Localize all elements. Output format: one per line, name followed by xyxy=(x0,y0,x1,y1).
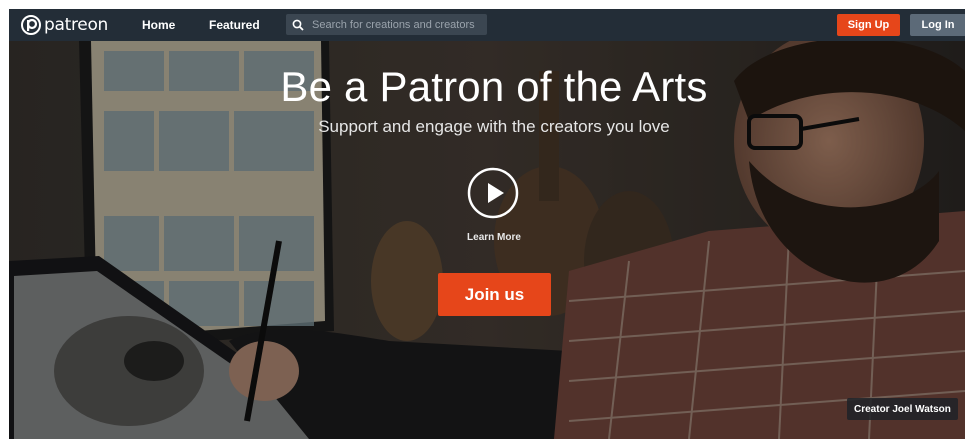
patreon-logo-icon xyxy=(21,15,41,35)
creator-credit-badge: Creator Joel Watson xyxy=(847,398,958,420)
search-icon xyxy=(292,19,304,31)
search-box[interactable] xyxy=(286,14,487,35)
page-frame: patreon Home Featured Sign Up Log In xyxy=(9,9,965,439)
nav-link-home[interactable]: Home xyxy=(142,18,175,32)
hero-subtitle: Support and engage with the creators you… xyxy=(318,117,670,136)
join-us-button[interactable]: Join us xyxy=(438,273,551,316)
nav-link-featured[interactable]: Featured xyxy=(209,18,260,32)
patreon-logo[interactable]: patreon xyxy=(21,14,108,36)
log-in-button[interactable]: Log In xyxy=(910,14,965,36)
top-navbar: patreon Home Featured Sign Up Log In xyxy=(9,9,965,41)
hero-title: Be a Patron of the Arts xyxy=(280,63,708,110)
learn-more-link[interactable]: Learn More xyxy=(444,232,544,243)
hero-section: Be a Patron of the Arts Support and enga… xyxy=(9,41,965,439)
brand-name: patreon xyxy=(44,15,109,35)
sign-up-button[interactable]: Sign Up xyxy=(837,14,900,36)
play-icon[interactable] xyxy=(467,167,519,219)
search-input[interactable] xyxy=(310,17,484,32)
